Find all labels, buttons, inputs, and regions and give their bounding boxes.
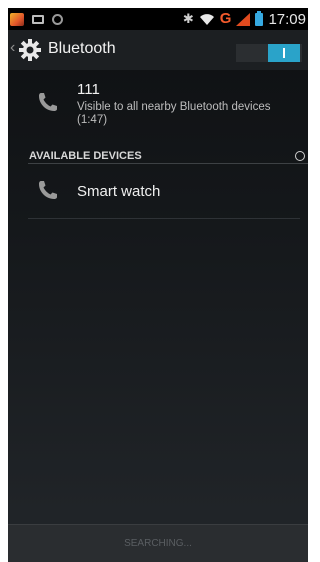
gallery-icon — [10, 12, 24, 26]
row-divider — [28, 218, 300, 219]
device-name: Smart watch — [77, 183, 161, 200]
phone-screen: ✱ G 17:09 ‹ Bluetooth 111 Visible to all… — [8, 8, 308, 562]
settings-gear-icon[interactable] — [18, 38, 42, 62]
toggle-knob — [268, 44, 300, 62]
phone-icon — [39, 181, 57, 199]
this-device-name: 111 — [77, 81, 100, 98]
back-chevron-icon[interactable]: ‹ — [10, 39, 15, 57]
section-divider — [28, 163, 308, 164]
battery-icon — [255, 10, 264, 26]
wifi-icon — [199, 14, 214, 25]
visibility-timeout[interactable]: (1:47) — [77, 114, 107, 127]
status-time: 17:09 — [268, 10, 306, 28]
phone-icon — [39, 93, 57, 111]
page-title: Bluetooth — [48, 40, 116, 57]
bottom-action-bar: SEARCHING... — [8, 524, 308, 562]
action-bar: ‹ Bluetooth — [8, 30, 308, 70]
search-devices-button[interactable]: SEARCHING... — [8, 525, 308, 562]
network-type-label: G — [219, 10, 232, 27]
status-bar: ✱ G 17:09 — [8, 8, 308, 30]
progress-spinner-icon — [295, 151, 305, 161]
bluetooth-toggle[interactable] — [236, 44, 302, 62]
signal-icon — [236, 12, 251, 26]
section-header: AVAILABLE DEVICES — [29, 150, 142, 162]
bluetooth-icon: ✱ — [182, 11, 194, 27]
visibility-text: Visible to all nearby Bluetooth devices — [77, 101, 271, 113]
circle-icon — [52, 13, 63, 25]
message-icon — [32, 14, 44, 24]
